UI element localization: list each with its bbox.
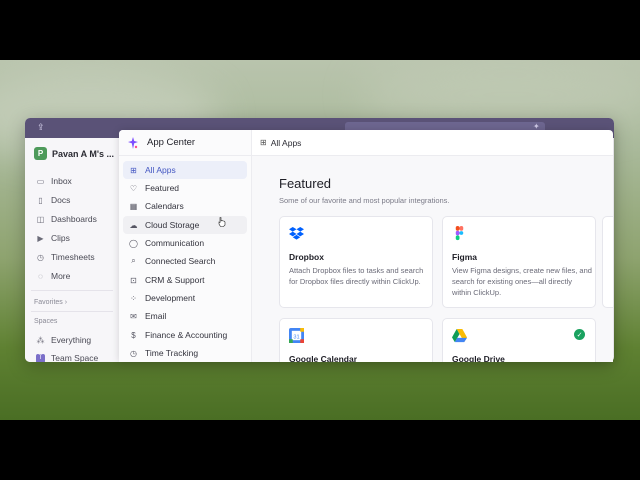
chat-icon: ◯ [129,238,138,248]
sidebar-item-label: Inbox [51,176,72,186]
app-description: Attach Dropbox files to tasks and search… [289,266,424,286]
app-name: Dropbox [289,252,324,262]
dropbox-logo-icon [289,226,304,240]
doc-icon: ▯ [38,195,43,205]
category-development[interactable]: ⁘ Development [123,289,247,307]
grid-icon: ⁂ [36,335,45,345]
app-center-modal: App Center ⊞ All Apps ♡ Featured ▦ Calen… [119,130,613,362]
category-communication[interactable]: ◯ Communication [123,234,247,252]
sidebar-item-label: Everything [51,335,92,345]
mail-icon: ✉ [130,311,137,321]
app-card-google-drive[interactable]: ✓ Google Drive [442,318,596,362]
breadcrumb: ⊞ All Apps [252,130,613,156]
svg-text:31: 31 [293,334,299,340]
category-featured[interactable]: ♡ Featured [123,179,247,197]
cloud-icon: ☁ [129,220,138,230]
sidebar-item-dashboards[interactable]: ◫ Dashboards [36,214,97,224]
category-label: Calendars [145,201,184,211]
grid-icon: ⊞ [260,138,267,147]
video-icon: ▶ [37,233,44,243]
app-card-dropbox[interactable]: Dropbox Attach Dropbox files to tasks an… [279,216,433,308]
app-center-main: ⊞ All Apps Featured Some of our favorite… [252,130,613,362]
inbox-icon: ▭ [36,176,45,186]
category-label: Connected Search [145,256,216,266]
sidebar-item-label: Dashboards [51,214,97,224]
app-center-logo-icon [128,136,138,149]
sidebar-item-label: Team Space [51,353,99,362]
code-icon: ⁘ [130,293,137,303]
sidebar-item-label: More [51,271,71,281]
google-drive-logo-icon [452,328,467,343]
clock-icon: ◷ [37,252,44,262]
app-description: View Figma designs, create new files, an… [452,266,592,297]
sidebar-item-more[interactable]: ◌ More [36,271,70,281]
app-center-title: App Center [147,137,196,148]
category-email[interactable]: ✉ Email [123,307,247,325]
category-time-tracking[interactable]: ◷ Time Tracking [123,344,247,362]
category-calendars[interactable]: ▦ Calendars [123,197,247,215]
sidebar-item-team-space[interactable]: T Team Space [36,353,98,362]
category-label: Cloud Storage [145,220,200,230]
spaces-header: Spaces [34,318,58,325]
sidebar-item-clips[interactable]: ▶ Clips [36,233,70,243]
featured-section: Featured Some of our favorite and most p… [252,156,613,362]
app-card-figma[interactable]: Figma View Figma designs, create new fil… [442,216,596,308]
installed-check-icon: ✓ [574,329,585,340]
clickup-logo-icon[interactable]: ⇪ [37,122,47,132]
app-center-sidebar: App Center ⊞ All Apps ♡ Featured ▦ Calen… [119,130,252,362]
featured-title: Featured [279,176,332,191]
search-icon: ⌕ [131,256,136,265]
dashboard-icon: ◫ [36,214,45,224]
cart-icon: ⊡ [130,275,137,285]
sidebar-item-inbox[interactable]: ▭ Inbox [36,176,72,186]
app-name: Google Calendar [289,354,358,362]
sidebar: P Pavan A M's ... ▭ Inbox ▯ Docs ◫ Dashb… [25,138,119,362]
workspace-name: Pavan A M's ... [52,148,114,159]
sidebar-item-label: Docs [51,195,71,205]
workspace-avatar: P [34,147,47,160]
team-icon: T [36,353,45,362]
hand-cursor-icon [218,217,226,227]
category-label: All Apps [145,165,176,175]
app-name: Figma [452,252,478,262]
sidebar-item-label: Clips [51,233,70,243]
app-center-header: App Center [119,130,252,156]
category-all-apps[interactable]: ⊞ All Apps [123,161,247,179]
sidebar-item-timesheets[interactable]: ◷ Timesheets [36,252,95,262]
category-label: CRM & Support [145,275,205,285]
google-calendar-logo-icon: 31 [289,328,304,343]
app-card-google-calendar[interactable]: 31 Google Calendar [279,318,433,362]
sidebar-divider [31,311,113,312]
app-name: Google Drive [452,354,505,362]
sidebar-item-label: Timesheets [51,252,95,262]
category-crm-support[interactable]: ⊡ CRM & Support [123,271,247,289]
more-icon: ◌ [38,271,43,281]
category-label: Finance & Accounting [145,330,228,340]
dollar-icon: $ [131,330,136,340]
category-label: Communication [145,238,205,248]
category-cloud-storage[interactable]: ☁ Cloud Storage [123,216,247,234]
calendar-icon: ▦ [129,201,138,211]
heart-icon: ♡ [129,183,138,193]
workspace-switcher[interactable]: P Pavan A M's ... [34,147,114,160]
app-card-partial[interactable] [602,216,613,308]
clock-icon: ◷ [130,348,137,358]
figma-logo-icon [455,226,464,241]
sidebar-item-docs[interactable]: ▯ Docs [36,195,70,205]
category-label: Email [145,311,167,321]
sidebar-divider [31,290,113,291]
category-label: Time Tracking [145,348,199,358]
category-label: Development [145,293,196,303]
sidebar-item-everything[interactable]: ⁂ Everything [36,335,92,345]
category-connected-search[interactable]: ⌕ Connected Search [123,252,247,270]
category-finance-accounting[interactable]: $ Finance & Accounting [123,326,247,344]
grid-icon: ⊞ [130,165,137,175]
category-label: Featured [145,183,180,193]
favorites-header[interactable]: Favorites › [34,299,67,306]
breadcrumb-label[interactable]: All Apps [271,138,302,148]
featured-subtitle: Some of our favorite and most popular in… [279,196,450,205]
